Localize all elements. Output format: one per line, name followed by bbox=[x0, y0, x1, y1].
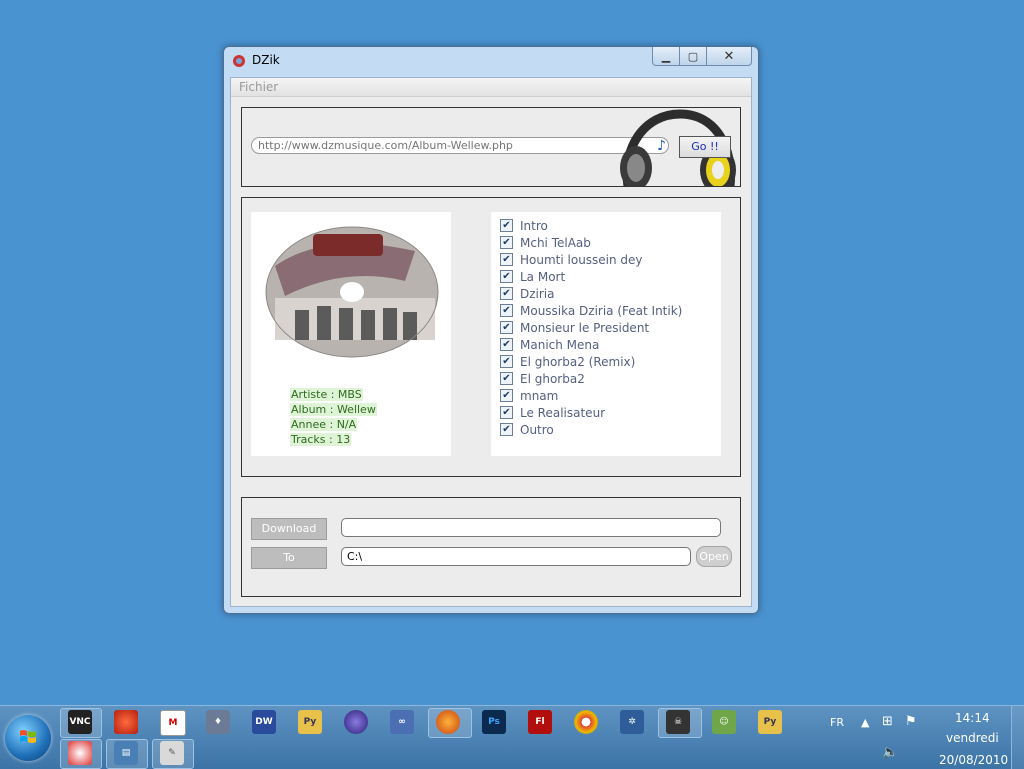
track-item[interactable]: ✔ La Mort bbox=[500, 268, 565, 285]
track-item[interactable]: ✔ Le Realisateur bbox=[500, 404, 605, 421]
firefox-icon[interactable] bbox=[436, 710, 460, 734]
checkbox[interactable]: ✔ bbox=[500, 389, 513, 402]
action-center-flag-icon[interactable]: ⚑ bbox=[905, 714, 917, 729]
info-year: Annee : N/A bbox=[290, 418, 358, 431]
start-button[interactable] bbox=[5, 715, 51, 761]
menu-fichier[interactable]: Fichier bbox=[239, 80, 278, 94]
language-indicator[interactable]: FR bbox=[830, 716, 844, 729]
flash-icon[interactable]: Fl bbox=[528, 710, 552, 734]
game-icon[interactable]: ♦ bbox=[206, 710, 230, 734]
close-icon: ✕ bbox=[723, 48, 735, 64]
info-artist: Artiste : MBS bbox=[290, 388, 363, 401]
checkbox[interactable]: ✔ bbox=[500, 219, 513, 232]
checkbox[interactable]: ✔ bbox=[500, 236, 513, 249]
checkbox[interactable]: ✔ bbox=[500, 321, 513, 334]
title-bar[interactable]: DZik ▁ ▢ ✕ bbox=[224, 47, 758, 75]
track-item[interactable]: ✔ Houmti loussein dey bbox=[500, 251, 643, 268]
python-icon-2[interactable]: Py bbox=[758, 710, 782, 734]
menu-bar: Fichier bbox=[231, 78, 751, 97]
checkbox[interactable]: ✔ bbox=[500, 355, 513, 368]
people-icon[interactable]: ☺ bbox=[712, 710, 736, 734]
track-item[interactable]: ✔ El ghorba2 bbox=[500, 370, 585, 387]
clock-date[interactable]: 20/08/2010 bbox=[939, 753, 1008, 767]
track-item[interactable]: ✔ Outro bbox=[500, 421, 554, 438]
volume-icon[interactable]: 🔈 bbox=[882, 745, 898, 760]
minimize-button[interactable]: ▁ bbox=[652, 47, 680, 66]
skull-icon[interactable]: ☠ bbox=[666, 710, 690, 734]
track-item[interactable]: ✔ Moussika Dziria (Feat Intik) bbox=[500, 302, 682, 319]
checkbox[interactable]: ✔ bbox=[500, 287, 513, 300]
info-album: Album : Wellew bbox=[290, 403, 377, 416]
paint-task-icon[interactable]: ✎ bbox=[160, 741, 184, 765]
track-item[interactable]: ✔ Mchi TelAab bbox=[500, 234, 591, 251]
checkbox[interactable]: ✔ bbox=[500, 406, 513, 419]
clock-time[interactable]: 14:14 bbox=[955, 711, 990, 725]
client-area: Fichier ♪ Go !! bbox=[230, 77, 752, 607]
checkbox[interactable]: ✔ bbox=[500, 270, 513, 283]
network-icon[interactable]: ⊞ bbox=[882, 714, 893, 729]
download-panel: Download To Open bbox=[241, 497, 741, 597]
go-button[interactable]: Go !! bbox=[679, 136, 731, 158]
track-list: ✔ Intro ✔ Mchi TelAab ✔ Houmti loussein dey… bbox=[491, 212, 721, 456]
photoshop-icon[interactable]: Ps bbox=[482, 710, 506, 734]
track-item[interactable]: ✔ Monsieur le President bbox=[500, 319, 649, 336]
window-title: DZik bbox=[252, 53, 280, 67]
track-item[interactable]: ✔ mnam bbox=[500, 387, 558, 404]
download-progress-field[interactable] bbox=[341, 518, 721, 537]
app-icon bbox=[233, 55, 245, 67]
chrome-icon[interactable] bbox=[574, 710, 598, 734]
checkbox[interactable]: ✔ bbox=[500, 304, 513, 317]
close-button[interactable]: ✕ bbox=[707, 47, 752, 66]
eclipse-icon[interactable] bbox=[344, 710, 368, 734]
maximize-button[interactable]: ▢ bbox=[680, 47, 707, 66]
windows-logo-icon bbox=[20, 730, 36, 743]
minimize-icon: ▁ bbox=[661, 49, 671, 63]
cover-box: Artiste : MBS Album : Wellew Annee : N/A… bbox=[251, 212, 451, 456]
info-tracks: Tracks : 13 bbox=[290, 433, 352, 446]
taskbar: VNC M ♦ DW Py ∞ Ps Fl ✲ ☠ ☺ Py ▤ ✎ FR ▲ … bbox=[0, 705, 1024, 769]
to-button[interactable]: To bbox=[251, 547, 327, 569]
python-icon[interactable]: Py bbox=[298, 710, 322, 734]
app-icon-blue[interactable]: DW bbox=[252, 710, 276, 734]
show-desktop-button[interactable] bbox=[1011, 706, 1024, 769]
checkbox[interactable]: ✔ bbox=[500, 423, 513, 436]
mail-icon[interactable]: M bbox=[160, 710, 186, 736]
checkbox[interactable]: ✔ bbox=[500, 372, 513, 385]
open-button[interactable]: Open bbox=[696, 546, 732, 567]
settings-icon[interactable]: ✲ bbox=[620, 710, 644, 734]
album-panel: Artiste : MBS Album : Wellew Annee : N/A… bbox=[241, 197, 741, 477]
download-button[interactable]: Download bbox=[251, 518, 327, 540]
maximize-icon: ▢ bbox=[687, 49, 699, 63]
track-item[interactable]: ✔ Intro bbox=[500, 217, 548, 234]
url-input[interactable] bbox=[251, 137, 669, 154]
track-item[interactable]: ✔ Manich Mena bbox=[500, 336, 599, 353]
vnc-icon[interactable]: VNC bbox=[68, 710, 92, 734]
clock-day[interactable]: vendredi bbox=[946, 731, 999, 745]
checkbox[interactable]: ✔ bbox=[500, 338, 513, 351]
tray-expand-icon[interactable]: ▲ bbox=[861, 716, 869, 729]
track-item[interactable]: ✔ El ghorba2 (Remix) bbox=[500, 353, 635, 370]
explorer-task-icon[interactable]: ▤ bbox=[114, 741, 138, 765]
track-item[interactable]: ✔ Dziria bbox=[500, 285, 555, 302]
browser-icon[interactable] bbox=[114, 710, 138, 734]
path-input[interactable] bbox=[341, 547, 691, 566]
app-window: DZik ▁ ▢ ✕ Fichier ♪ bbox=[223, 46, 759, 614]
url-panel: ♪ Go !! bbox=[241, 107, 741, 187]
link-icon[interactable]: ∞ bbox=[390, 710, 414, 734]
dzik-task-icon[interactable] bbox=[68, 741, 92, 765]
checkbox[interactable]: ✔ bbox=[500, 253, 513, 266]
album-cover-disc bbox=[265, 226, 439, 358]
